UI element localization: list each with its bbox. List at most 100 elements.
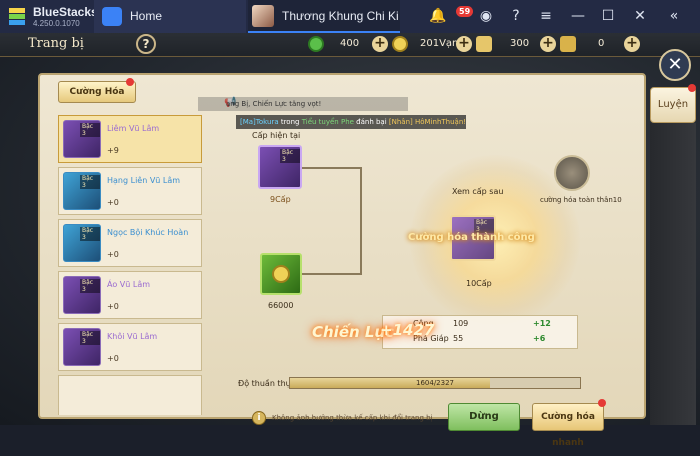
connector-line [360,167,362,273]
close-panel-button[interactable]: ✕ [659,49,691,81]
armor-icon: Bậc 3 [63,276,101,314]
news-mid2: đánh bại [353,118,389,126]
tab-game[interactable]: Thương Khung Chi Ki [248,0,400,33]
maximize-icon[interactable]: ☐ [598,6,618,26]
gold-coin-icon [260,253,302,295]
right-rail [650,123,696,425]
equipment-item[interactable]: Bậc 3 Liêm Vũ Lâm +9 [58,115,202,163]
news-prefix: [Ma] [240,118,256,126]
bound-ingot-amount: 0 [598,38,605,49]
connector-line [302,167,362,169]
ingot-amount: 300 [510,38,530,49]
success-glow-text: Cường hóa thành công [408,232,535,243]
item-level: +0 [107,354,119,363]
stat-plus: +6 [533,334,546,343]
news-ticker-2: [Ma]Tokura trong Tiểu tuyển Phe đánh bại… [236,115,466,129]
side-tab-alert-dot [688,84,696,92]
menu-icon[interactable]: ≡ [536,6,556,26]
current-scythe-icon[interactable]: Bậc 3 [258,145,302,189]
app-name: BlueStacks [33,5,98,19]
stat-value: 55 [453,334,464,343]
connector-line [302,273,362,275]
add-bound-ingot-button[interactable]: + [624,36,640,52]
expand-sidebar-icon[interactable]: « [664,6,684,26]
side-tab-refine[interactable]: Luyện [650,87,696,123]
news-target: [Nhân] HôMinhThuận! [388,118,467,126]
next-tier: Bậc 3 [474,219,494,233]
news-event: Tiểu tuyển Phe [301,118,354,126]
bluestacks-logo-icon [9,8,25,25]
news-ticker-1: ang Bị, Chiến Lực tăng vọt! [198,97,408,111]
item-name: Khôi Vũ Lâm [107,332,158,341]
next-level: 10Cấp [466,279,492,288]
proficiency-text: 1604/2327 [416,379,454,387]
stop-button[interactable]: Dừng [448,403,520,431]
item-name: Áo Vũ Lâm [107,280,151,289]
add-gold-button[interactable]: + [456,36,472,52]
equipment-item[interactable]: Bậc 3 Áo Vũ Lâm +0 [58,271,202,319]
item-tier: Bậc 3 [80,331,100,345]
gold-currency-icon [392,36,408,52]
necklace-icon: Bậc 3 [63,172,101,210]
bell-icon[interactable]: 🔔 [428,6,448,26]
jade-pendant-icon: Bậc 3 [63,224,101,262]
item-name: Hạng Liên Vũ Lâm [107,176,181,185]
tab-home-label: Home [130,9,163,23]
item-level: +9 [107,146,119,155]
help-button[interactable]: ? [136,34,156,54]
enhance-tab-alert-dot [126,78,134,86]
tab-game-label: Thương Khung Chi Ki [282,9,398,23]
add-ingot-button[interactable]: + [540,36,556,52]
stat-plus: +12 [533,319,551,328]
fast-enhance-button[interactable]: Cường hóa nhanh [532,403,604,448]
add-jade-button[interactable]: + [372,36,388,52]
equipment-item[interactable]: Bậc 3 Hạng Liên Vũ Lâm +0 [58,167,202,215]
home-icon [102,7,122,26]
news-player: Tokura [255,118,279,126]
equipment-item[interactable]: Bậc 3 Khôi Vũ Lâm +0 [58,323,202,371]
note-text: Không ảnh hưởng thừa kế cấp khi đổi tran… [272,414,433,422]
enhance-panel: Cường Hóa 📢 ang Bị, Chiến Lực tăng vọt! … [38,73,646,448]
proficiency-bar: 1604/2327 [289,377,581,389]
bound-ingot-currency-icon [560,36,576,52]
gold-amount: 201Vạn [420,38,459,49]
item-name: Liêm Vũ Lâm [107,124,160,133]
game-viewport: Trang bị ? 400 + 201Vạn + 300 + 0 + ✕ Lu… [0,33,700,448]
item-tier: Bậc 3 [80,123,100,137]
item-name: Ngọc Bội Khúc Hoàn [107,228,189,237]
close-window-icon[interactable]: ✕ [630,6,650,26]
equipment-item[interactable]: Bậc 3 Ngọc Bội Khúc Hoàn +0 [58,219,202,267]
tab-home[interactable]: Home [94,0,246,33]
full-body-enhance-label: cường hóa toàn thân10 [540,196,622,204]
fast-enhance-alert-dot [598,399,606,407]
game-topbar: Trang bị ? 400 + 201Vạn + 300 + 0 + [0,33,700,57]
bluestacks-titlebar: BlueStacks 4.250.0.1070 Home Thương Khun… [0,0,700,33]
notification-count-badge: 59 [456,6,474,17]
combat-power-value: +1427 [380,321,435,339]
helmet-icon: Bậc 3 [63,328,101,366]
enhance-tab[interactable]: Cường Hóa [58,81,136,103]
coin-icon [272,265,290,283]
news-mid1: trong [278,118,302,126]
full-body-enhance-icon[interactable] [554,155,590,191]
item-tier: Bậc 3 [80,279,100,293]
current-level: 9Cấp [270,195,291,204]
ingot-currency-icon [476,36,492,52]
app-version: 4.250.0.1070 [33,19,80,28]
minimize-icon[interactable]: — [568,6,588,26]
item-level: +0 [107,198,119,207]
item-level: +0 [107,302,119,311]
jade-amount: 400 [340,38,360,49]
page-title: Trang bị [28,36,84,51]
game-thumbnail-icon [252,5,274,27]
item-tier: Bậc 3 [80,175,100,189]
account-icon[interactable]: ◉ [476,6,496,26]
gold-cost: 66000 [268,301,294,310]
info-icon: i [252,411,266,425]
equipment-item[interactable] [58,375,202,415]
jade-currency-icon [308,36,324,52]
current-tier: Bậc 3 [280,149,300,163]
current-level-label: Cấp hiện tại [252,131,301,140]
help-icon[interactable]: ? [506,6,526,26]
stat-value: 109 [453,319,469,328]
